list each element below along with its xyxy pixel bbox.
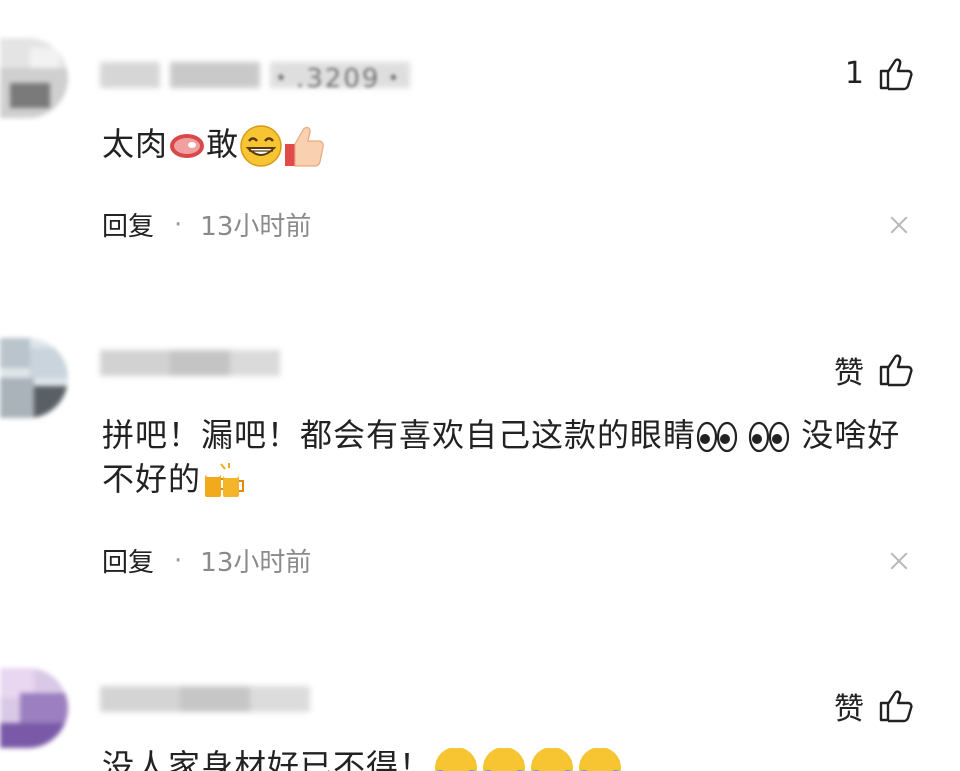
separator: · [174,209,183,240]
thumbs-up-emoji-icon [285,126,324,167]
like-label: 赞 [834,692,864,727]
thumbs-up-icon [879,690,913,723]
beer-mugs-emoji-icon [205,463,245,497]
rofl-emoji-icon [531,748,574,771]
like-button[interactable]: 1 [845,56,914,91]
eyes-emoji-icon [696,421,738,453]
thumbs-up-icon [879,354,913,387]
comment-text: 拼吧！漏吧！都会有喜欢自己这款的眼睛 没啥好 不好的 [102,413,922,501]
rofl-emoji-icon [579,748,622,771]
like-button[interactable]: 赞 [834,684,914,728]
timestamp: 13小时前 [200,548,312,578]
like-count: 1 [844,56,864,91]
thumbs-up-icon [879,57,913,90]
like-button[interactable]: 赞 [834,348,914,392]
reply-button[interactable]: 回复 [102,206,154,243]
comment-meta: 回复 · 13小时前 [102,206,311,243]
close-icon[interactable] [890,552,908,570]
comment-text: 太肉 敢 [102,122,922,168]
reply-button[interactable]: 回复 [102,542,154,579]
close-icon[interactable] [890,216,908,234]
username[interactable] [100,350,290,376]
timestamp: 13小时前 [200,212,312,242]
separator: · [174,545,183,576]
username-fragment: ・.3209・ [268,64,409,94]
like-label: 赞 [834,356,864,391]
comment-meta: 回复 · 13小时前 [102,542,311,579]
rofl-emoji-icon [483,748,526,771]
meat-emoji-icon [170,134,205,158]
username[interactable] [100,686,315,712]
grinning-emoji-icon [240,125,282,167]
avatar[interactable] [0,668,68,748]
eyes-emoji-icon [748,421,790,453]
rofl-emoji-icon [435,748,478,771]
avatar[interactable] [0,338,68,418]
avatar[interactable] [0,38,68,118]
comment-text: 没人家身材好已不得！ [102,748,922,771]
